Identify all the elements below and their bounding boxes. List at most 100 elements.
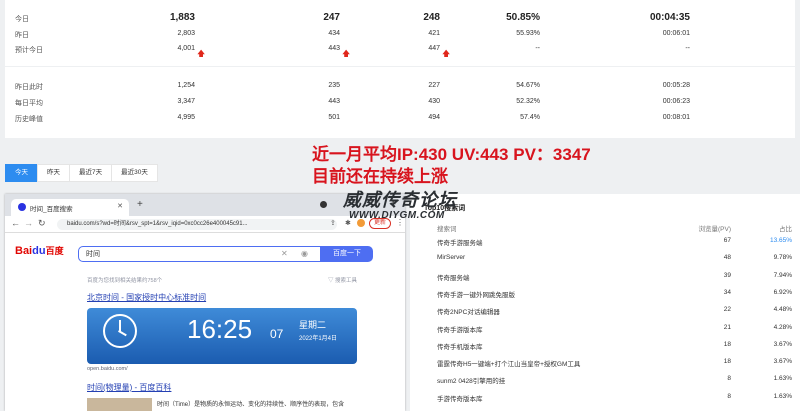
pct-value: 13.65% (769, 237, 792, 244)
result-2-snippet: 时间（Time）是物质的永恒运动、变化的持续性、顺序性的表现，包含 (157, 402, 345, 408)
stats-value-3: 248 (423, 12, 440, 23)
stats-value-3: 447 🡅 (428, 45, 450, 58)
keyword-link[interactable]: 传奇手游版本库 (437, 324, 483, 334)
baidu-favicon-icon (18, 203, 26, 211)
funnel-icon: ▽ (328, 278, 336, 284)
table-row: sunm2 0428引擎用的挂 8 1.63% (410, 371, 800, 387)
stats-value-5: 00:08:01 (662, 114, 690, 121)
stats-value-5: 00:05:28 (662, 82, 690, 89)
result-1-source[interactable]: open.baidu.com/ (87, 366, 128, 372)
keyword-link[interactable]: 手游传奇版本库 (437, 393, 483, 403)
tab-today[interactable]: 今天 (5, 164, 38, 182)
keyword-link[interactable]: sunm2 0428引擎用的挂 (437, 375, 505, 385)
browser-tab[interactable]: 时间_百度搜索 ✕ (11, 199, 129, 216)
result-2-title[interactable]: 时间(物理量) - 百度百科 (87, 382, 171, 393)
table-row: 雷霆传奇H5一键端+打个江山当皇帝+授权GM工具 18 3.67% (410, 354, 800, 370)
tab-last-30-days[interactable]: 最近30天 (111, 164, 158, 182)
header-pv[interactable]: 浏览量(PV) (699, 223, 732, 233)
clock-weekday: 星期二 (299, 320, 327, 330)
stats-row: 昨日 2,803 434 421 55.93% 00:06:01 (5, 27, 795, 43)
pct-value: 4.28% (773, 323, 792, 331)
stats-value-5: 00:06:23 (662, 98, 690, 105)
top10-keywords-panel: Top10搜索词 搜索词 浏览量(PV) 占比 传奇手游服务端 67 13.65% M… (410, 194, 800, 411)
search-tools-button[interactable]: ▽ 搜索工具 (328, 276, 357, 284)
stats-row: 历史峰值 4,995 501 494 57.4% 00:08:01 (5, 111, 795, 127)
table-row: 传奇2NPC对话编辑器 22 4.48% (410, 302, 800, 318)
pv-value: 18 (723, 340, 731, 348)
stats-value-4: 55.93% (516, 30, 540, 37)
table-row: 手游传奇版本库 8 1.63% (410, 389, 800, 405)
stats-row-label: 昨日此时 (15, 84, 43, 91)
keyword-link[interactable]: 传奇2NPC对话编辑器 (437, 306, 500, 316)
pv-value: 67 (723, 237, 731, 244)
pct-value: 1.63% (773, 392, 792, 400)
keyword-link[interactable]: 传奇服务端 (437, 272, 470, 282)
url-field[interactable]: baidu.com/s?wd=时间&rsv_spt=1&rsv_iqid=0xc… (57, 219, 337, 230)
stats-value-1: 1,883 (169, 12, 195, 23)
result-2-thumbnail[interactable] (87, 398, 152, 411)
back-icon[interactable]: ← (11, 218, 20, 228)
clear-icon[interactable]: ✕ (281, 249, 288, 258)
pv-value: 34 (723, 288, 731, 296)
overlay-trend-text: 目前还在持续上涨 (312, 167, 448, 186)
stats-value-2: 501 (328, 114, 340, 121)
pct-value: 1.63% (773, 375, 792, 383)
pv-value: 8 (727, 392, 731, 400)
stats-value-3: 430 (428, 98, 440, 105)
window-record-icon[interactable] (320, 201, 327, 208)
reload-icon[interactable]: ↻ (38, 218, 46, 229)
stats-value-4: -- (535, 45, 540, 52)
baidu-logo[interactable]: Baidu百度 (15, 244, 64, 257)
up-arrow-icon: 🡅 (442, 49, 451, 58)
header-pct: 占比 (779, 226, 792, 233)
keyword-link[interactable]: MirServer (437, 254, 465, 261)
stats-row: 今日 1,883 247 248 50.85% 00:04:35 (5, 11, 795, 27)
tab-yesterday[interactable]: 昨天 (37, 164, 70, 182)
stats-value-2: 235 (328, 82, 340, 89)
stats-value-3: 227 (428, 82, 440, 89)
stats-value-2: 443 (328, 98, 340, 105)
stats-value-2: 434 (328, 30, 340, 37)
stats-value-4: 52.32% (516, 98, 540, 105)
stats-row-label: 昨日 (15, 32, 29, 39)
pct-value: 6.92% (773, 288, 792, 296)
clock-time: 16:25 (187, 314, 253, 344)
keyword-link[interactable]: 传奇手机版本库 (437, 341, 483, 351)
stats-value-2: 247 (323, 12, 340, 23)
browser-window: 时间_百度搜索 ✕ + — ☐ ✕ ← → ↻ baidu.com/s?wd=时… (5, 194, 405, 411)
forward-icon[interactable]: → (24, 218, 33, 228)
pv-value: 22 (723, 306, 731, 314)
pv-value: 8 (727, 375, 731, 383)
stats-value-4: 57.4% (520, 114, 540, 121)
stats-value-1: 4,001 🡅 (177, 45, 205, 58)
search-button[interactable]: 百度一下 (321, 246, 373, 262)
table-row: 传奇手游版本库 21 4.28% (410, 320, 800, 336)
stats-value-2: 443 🡅 (328, 45, 350, 58)
tab-close-icon[interactable]: ✕ (117, 202, 123, 210)
stats-card: 今日 1,883 247 248 50.85% 00:04:35 昨日 2,803 434 421… (5, 0, 795, 138)
stats-divider (5, 66, 795, 67)
date-range-tabs: 今天 昨天 最近7天 最近30天 (5, 164, 158, 182)
keyword-link[interactable]: 传奇手游服务端 (437, 237, 483, 247)
table-row: 传奇手游一键外网跳免服版 34 6.92% (410, 285, 800, 301)
share-icon[interactable]: ⇪ (330, 219, 336, 227)
stats-row-label: 今日 (15, 16, 29, 23)
stats-row: 每日平均 3,347 443 430 52.32% 00:06:23 (5, 95, 795, 111)
camera-icon[interactable]: ◉ (301, 249, 308, 258)
up-arrow-icon: 🡅 (197, 49, 206, 58)
stats-value-3: 494 (428, 114, 440, 121)
pv-value: 21 (723, 323, 731, 331)
result-1-title[interactable]: 北京时间 - 国家授时中心标准时间 (87, 292, 206, 303)
keyword-link[interactable]: 传奇手游一键外网跳免服版 (437, 289, 515, 299)
stats-value-1: 3,347 (177, 98, 195, 105)
stats-row-label: 预计今日 (15, 47, 43, 54)
up-arrow-icon: 🡅 (342, 49, 351, 58)
stats-row: 预计今日 4,001 🡅 443 🡅 447 🡅 -- -- (5, 42, 795, 58)
new-tab-icon[interactable]: + (137, 199, 143, 210)
stats-value-3: 421 (428, 30, 440, 37)
stats-value-1: 1,254 (177, 82, 195, 89)
table-row: 传奇手游服务端 67 13.65% (410, 233, 800, 249)
stats-row-label: 每日平均 (15, 100, 43, 107)
tab-last-7-days[interactable]: 最近7天 (69, 164, 113, 182)
keyword-link[interactable]: 雷霆传奇H5一键端+打个江山当皇帝+授权GM工具 (437, 358, 580, 368)
